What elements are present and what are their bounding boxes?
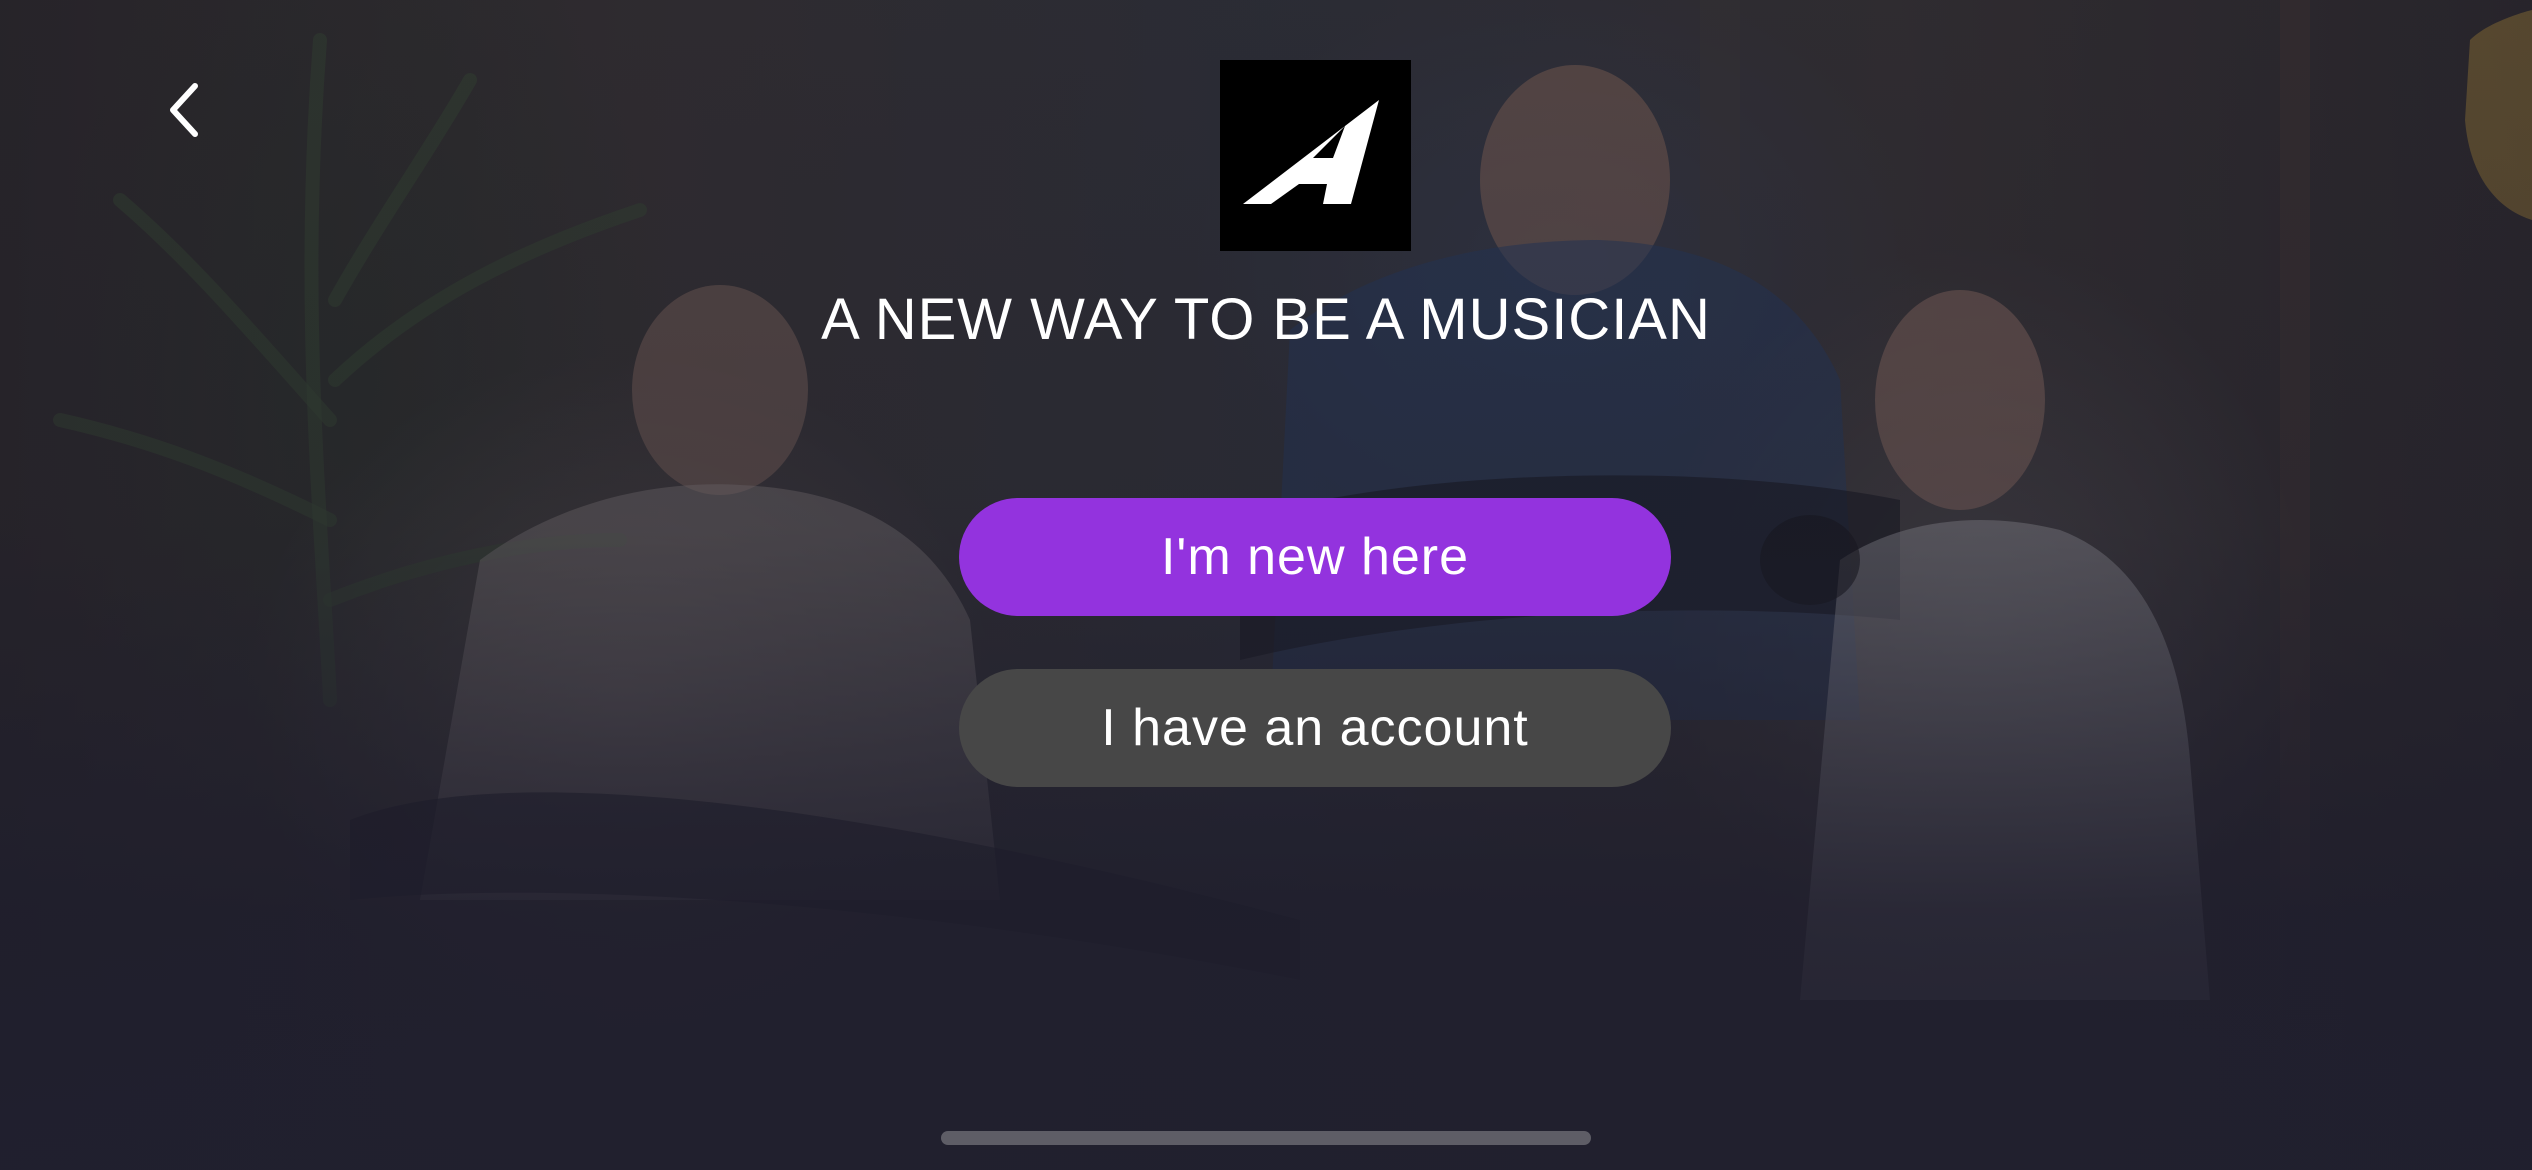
back-button[interactable]: [150, 70, 220, 150]
welcome-screen: A NEW WAY TO BE A MUSICIAN I'm new here …: [0, 0, 2532, 1170]
chevron-left-icon: [170, 83, 198, 137]
im-new-here-button[interactable]: I'm new here: [959, 498, 1671, 616]
i-have-an-account-button[interactable]: I have an account: [959, 669, 1671, 787]
brand-logo-icon: [1242, 99, 1379, 204]
headline: A NEW WAY TO BE A MUSICIAN: [821, 287, 1711, 352]
i-have-an-account-label: I have an account: [1101, 699, 1529, 757]
im-new-here-label: I'm new here: [1160, 528, 1470, 586]
home-indicator[interactable]: [941, 1131, 1591, 1145]
brand-logo: [1220, 60, 1411, 251]
